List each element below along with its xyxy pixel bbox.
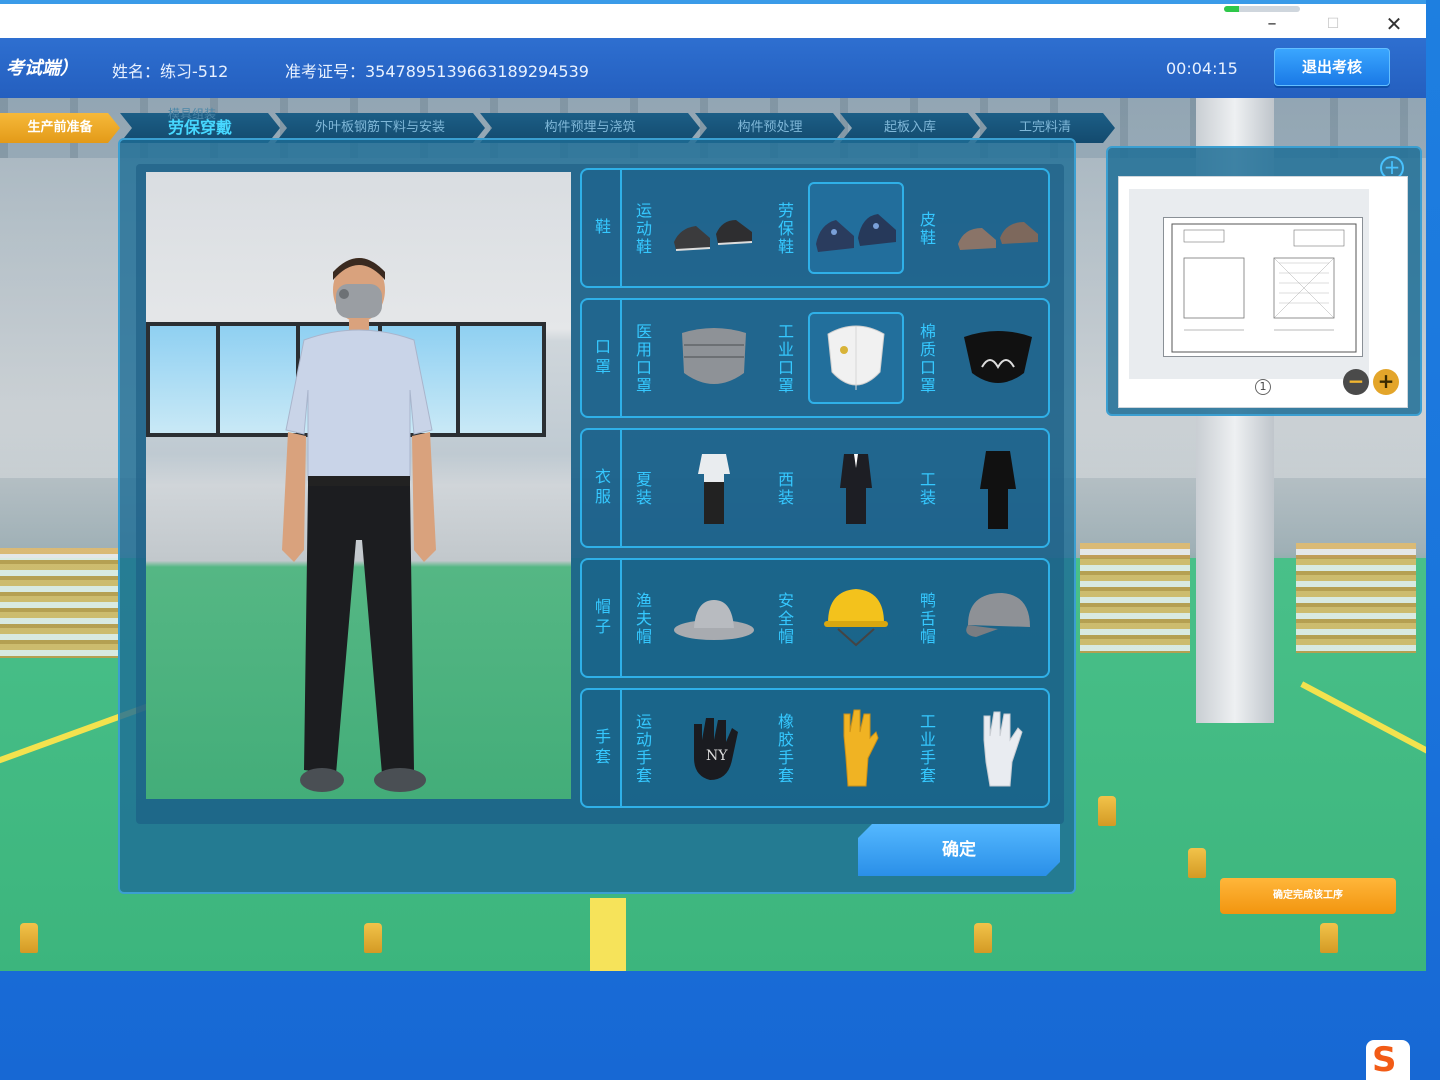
cone-marker: [974, 923, 992, 953]
step-tab[interactable]: 生产前准备: [0, 113, 120, 143]
cone-marker: [1320, 923, 1338, 953]
drawing-paper: [1163, 217, 1363, 357]
close-button[interactable]: ✕: [1374, 10, 1414, 38]
cone-marker: [1098, 796, 1116, 826]
rubber-glove-icon: [808, 702, 904, 794]
category-label: 鞋: [582, 170, 622, 286]
ppe-option-label: 鸭舌帽: [917, 592, 936, 646]
material-stack: [0, 548, 120, 658]
ppe-option[interactable]: 皮鞋: [910, 176, 1052, 280]
ppe-option-label: 运动手套: [633, 713, 652, 785]
sport-glove-icon: NY: [666, 702, 762, 794]
ppe-option-label: 运动鞋: [633, 202, 652, 256]
cone-marker: [20, 923, 38, 953]
category-row: 口罩 医用口罩 工业口罩 棉质口罩: [580, 298, 1050, 418]
confirm-button[interactable]: 确定: [858, 824, 1060, 876]
hidden-step-label: 模具组装: [168, 107, 217, 121]
ppe-option-label: 渔夫帽: [633, 592, 652, 646]
window-mullion: [216, 326, 220, 433]
ppe-option-label: 工业口罩: [775, 323, 794, 395]
worker-avatar: [282, 258, 436, 792]
candidate-name: 姓名：练习-512: [112, 62, 229, 81]
zoom-in-button[interactable]: +: [1373, 369, 1399, 395]
drawing-lines: [1171, 223, 1357, 353]
ppe-option[interactable]: 夏装: [626, 436, 768, 540]
ppe-option[interactable]: 工业口罩: [768, 306, 910, 410]
category-label: 帽子: [582, 560, 622, 676]
floor-line: [590, 898, 626, 971]
ppe-option[interactable]: 运动手套 NY: [626, 696, 768, 800]
exit-exam-button[interactable]: 退出考核: [1274, 48, 1390, 86]
industrial-mask-icon: [808, 312, 904, 404]
app-viewport: 考试端） 姓名：练习-512 准考证号：35478951396631892945…: [0, 38, 1426, 971]
ime-logo: S: [1372, 1040, 1397, 1080]
ppe-option[interactable]: 安全帽: [768, 566, 910, 670]
cone-marker: [1188, 848, 1206, 878]
minimize-button[interactable]: –: [1252, 10, 1292, 38]
category-row: 鞋运动鞋 劳保鞋 皮鞋: [580, 168, 1050, 288]
safety-shoe-icon: [808, 182, 904, 274]
category-row: 帽子 渔夫帽 安全帽 鸭舌帽: [580, 558, 1050, 678]
drawing-page: [1129, 189, 1369, 379]
ime-tray-icon[interactable]: S: [1366, 1040, 1410, 1080]
ppe-option[interactable]: 医用口罩: [626, 306, 768, 410]
cone-marker: [364, 923, 382, 953]
ppe-option[interactable]: 工装: [910, 436, 1052, 540]
suit-icon: [808, 442, 904, 534]
ppe-option-label: 医用口罩: [633, 323, 652, 395]
ppe-option[interactable]: 工业手套: [910, 696, 1052, 800]
ppe-dialog: 鞋运动鞋 劳保鞋 皮鞋口罩 医用口罩 工业口罩 棉质口罩衣服 夏装 西装 工装帽子 渔夫帽 安全帽 鸭…: [118, 138, 1076, 894]
exam-timer: 00:04:15: [1166, 59, 1238, 78]
avatar-preview: [146, 172, 571, 799]
summer-clothes-icon: [666, 442, 762, 534]
ppe-option[interactable]: 橡胶手套: [768, 696, 910, 800]
ppe-option[interactable]: 西装: [768, 436, 910, 540]
ppe-option-label: 劳保鞋: [775, 202, 794, 256]
material-stack: [1080, 543, 1190, 653]
sneaker-icon: [666, 182, 762, 274]
medical-mask-icon: [666, 312, 762, 404]
category-row: 衣服 夏装 西装 工装: [580, 428, 1050, 548]
complete-step-button[interactable]: 确定完成该工序: [1220, 878, 1396, 914]
progress-fill: [1224, 6, 1240, 12]
ppe-option[interactable]: 运动鞋: [626, 176, 768, 280]
cotton-mask-icon: [950, 312, 1046, 404]
ppe-option[interactable]: 劳保鞋: [768, 176, 910, 280]
workwear-icon: [950, 442, 1046, 534]
drawing-sheet[interactable]: 1 − +: [1118, 176, 1408, 408]
page-number: 1: [1255, 379, 1271, 395]
window-title-bar: – ☐ ✕: [0, 0, 1426, 38]
ppe-option-label: 西装: [775, 471, 794, 507]
ppe-option[interactable]: 棉质口罩: [910, 306, 1052, 410]
baseball-cap-icon: [950, 572, 1046, 664]
ppe-option-label: 安全帽: [775, 592, 794, 646]
category-label: 口罩: [582, 300, 622, 416]
app-logo: 考试端）: [6, 58, 78, 79]
ppe-option[interactable]: 鸭舌帽: [910, 566, 1052, 670]
ppe-option-label: 橡胶手套: [775, 713, 794, 785]
material-stack: [1296, 543, 1416, 653]
ppe-option-label: 工业手套: [917, 713, 936, 785]
drawing-panel: + 1 − +: [1106, 146, 1422, 416]
ppe-option-label: 工装: [917, 471, 936, 507]
category-row: 手套 运动手套 NY 橡胶手套 工业手套: [580, 688, 1050, 808]
category-label: 衣服: [582, 430, 622, 546]
maximize-button[interactable]: ☐: [1313, 10, 1353, 38]
ppe-option[interactable]: 渔夫帽: [626, 566, 768, 670]
exam-header: 考试端） 姓名：练习-512 准考证号：35478951396631892945…: [0, 38, 1426, 98]
bucket-hat-icon: [666, 572, 762, 664]
hard-hat-icon: [808, 572, 904, 664]
industrial-glove-icon: [950, 702, 1046, 794]
ppe-option-label: 棉质口罩: [917, 323, 936, 395]
window-mullion: [456, 326, 460, 433]
ppe-option-label: 皮鞋: [917, 211, 936, 247]
leather-shoe-icon: [950, 182, 1046, 274]
category-label: 手套: [582, 690, 622, 806]
zoom-out-button[interactable]: −: [1343, 369, 1369, 395]
exam-id: 准考证号：354789513966318929453​9: [285, 62, 589, 81]
svg-text:NY: NY: [706, 748, 728, 764]
ppe-option-label: 夏装: [633, 471, 652, 507]
